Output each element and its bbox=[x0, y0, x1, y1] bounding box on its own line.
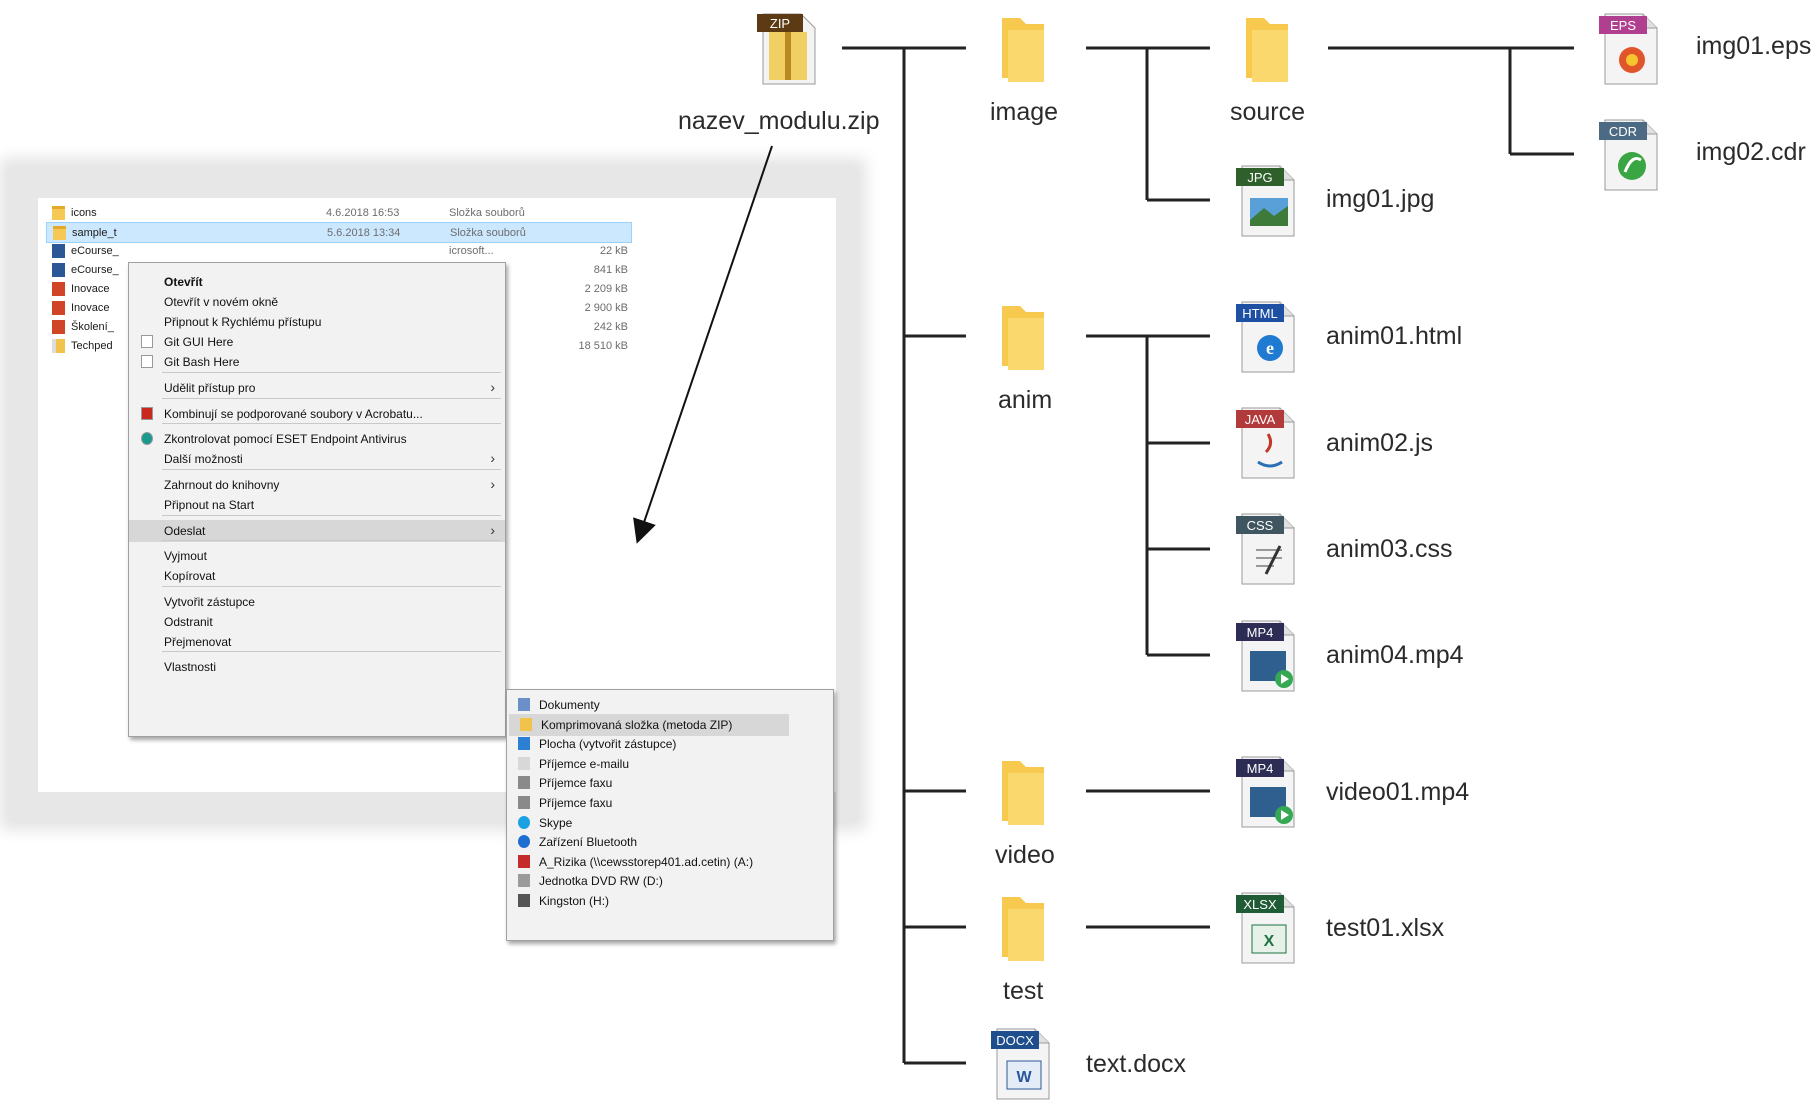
folder-icon bbox=[1002, 306, 1044, 370]
file-badge: JPG bbox=[1247, 170, 1272, 185]
folder-video-label: video bbox=[995, 841, 1055, 869]
folder-icon bbox=[1002, 761, 1044, 825]
file-badge: MP4 bbox=[1247, 625, 1274, 640]
folder-anim-label: anim bbox=[998, 386, 1053, 414]
folder-test-label: test bbox=[1003, 977, 1044, 1005]
svg-text:W: W bbox=[1016, 1069, 1032, 1086]
jpg-file-icon: JPG bbox=[1236, 165, 1295, 237]
file-label-img02-cdr: img02.cdr bbox=[1696, 138, 1806, 166]
folder-icon bbox=[1002, 18, 1044, 82]
file-badge: MP4 bbox=[1247, 761, 1274, 776]
file-label-anim04: anim04.mp4 bbox=[1326, 641, 1464, 669]
file-label-anim02: anim02.js bbox=[1326, 429, 1433, 457]
svg-text:e: e bbox=[1266, 338, 1274, 358]
file-badge: CDR bbox=[1609, 124, 1637, 139]
mp4-file-icon: MP4 bbox=[1236, 620, 1295, 692]
file-label-test01: test01.xlsx bbox=[1326, 914, 1445, 942]
file-label-img01-eps: img01.eps bbox=[1696, 32, 1812, 60]
file-badge: CSS bbox=[1247, 518, 1274, 533]
file-badge: JAVA bbox=[1245, 412, 1276, 427]
file-badge: XLSX bbox=[1243, 897, 1277, 912]
zip-badge: ZIP bbox=[770, 16, 790, 31]
svg-text:X: X bbox=[1264, 933, 1275, 950]
eps-file-icon: EPS bbox=[1599, 13, 1658, 85]
docx-file-icon: W DOCX bbox=[991, 1028, 1050, 1100]
file-badge: EPS bbox=[1610, 18, 1636, 33]
root-zip-label: nazev_modulu.zip bbox=[678, 107, 880, 135]
folder-image-label: image bbox=[990, 98, 1059, 126]
file-label-anim01: anim01.html bbox=[1326, 322, 1463, 350]
xlsx-file-icon: X XLSX bbox=[1236, 892, 1295, 964]
tree-connectors bbox=[633, 46, 1574, 1065]
folder-source-label: source bbox=[1230, 98, 1306, 126]
zip-file-icon: ZIP bbox=[757, 13, 816, 85]
file-badge: DOCX bbox=[996, 1033, 1034, 1048]
mp4-file-icon: MP4 bbox=[1236, 756, 1295, 828]
pointer-arrow bbox=[633, 145, 773, 544]
java-file-icon: JAVA bbox=[1236, 407, 1295, 479]
file-label-img01-jpg: img01.jpg bbox=[1326, 185, 1435, 213]
html-file-icon: e HTML bbox=[1236, 301, 1295, 373]
css-file-icon: CSS bbox=[1236, 513, 1295, 585]
file-label-text: text.docx bbox=[1086, 1050, 1187, 1078]
file-badge: HTML bbox=[1242, 306, 1277, 321]
folder-icon bbox=[1002, 897, 1044, 961]
file-label-video01: video01.mp4 bbox=[1326, 778, 1470, 806]
folder-icon bbox=[1246, 18, 1288, 82]
file-label-anim03: anim03.css bbox=[1326, 535, 1453, 563]
cdr-file-icon: CDR bbox=[1599, 119, 1658, 191]
